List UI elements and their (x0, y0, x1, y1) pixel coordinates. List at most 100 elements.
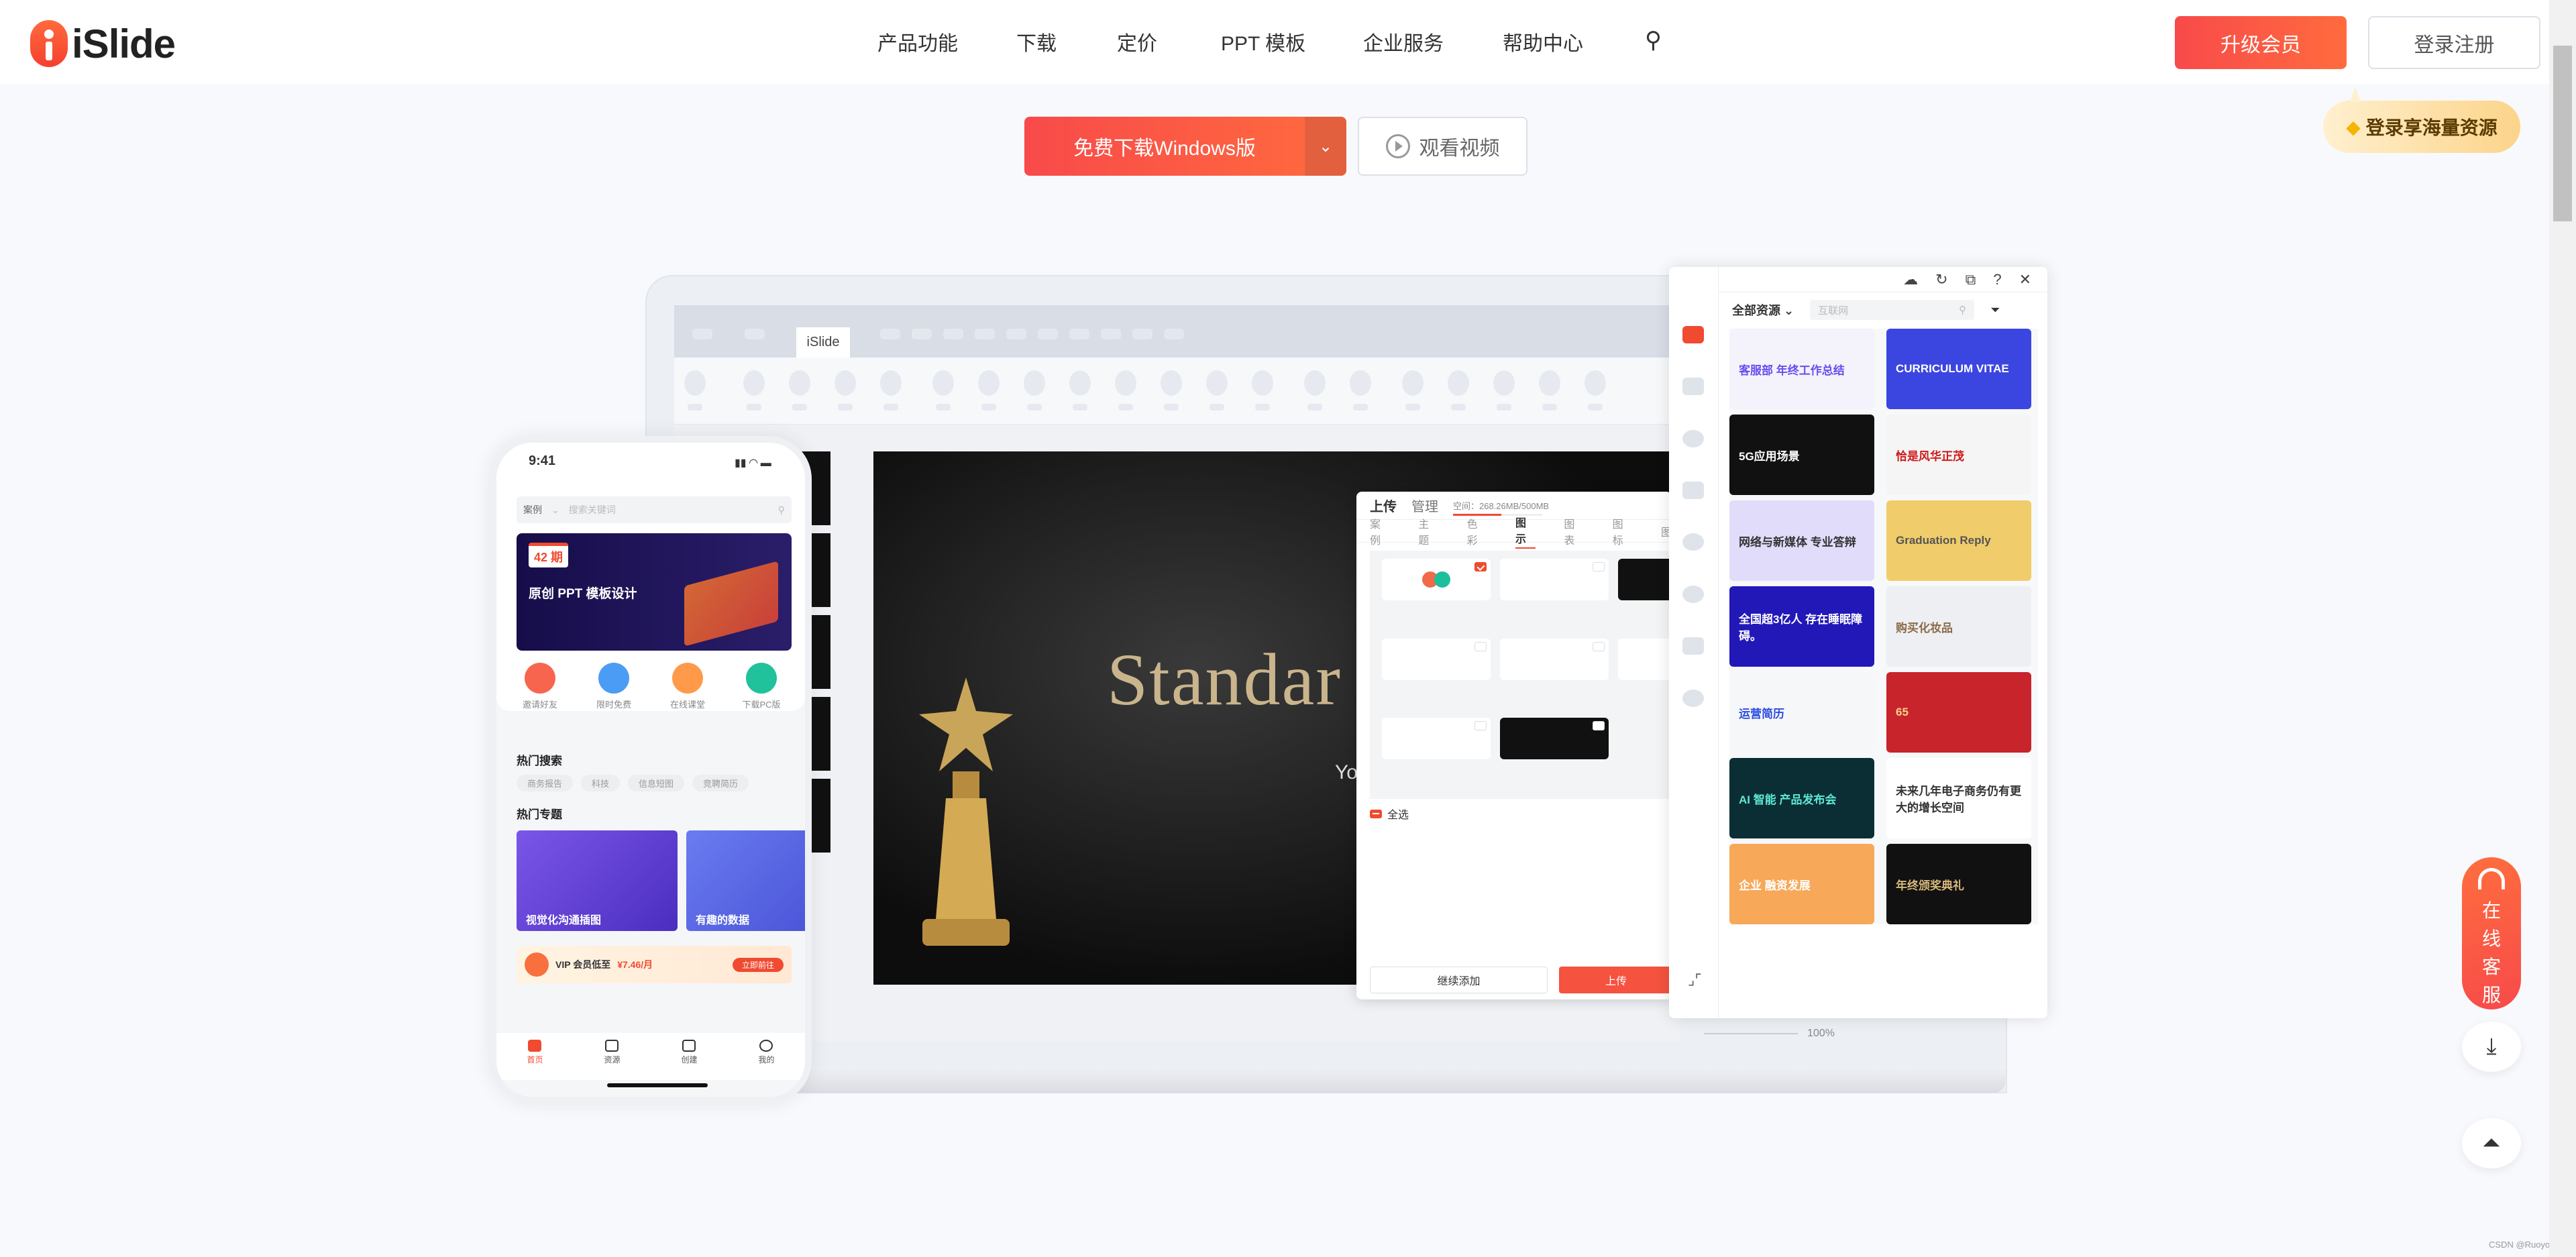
palette-icon[interactable] (1682, 430, 1704, 447)
download-float-button[interactable]: ⤓ (2462, 1022, 2521, 1072)
template-card[interactable]: AI 智能 产品发布会 (1729, 758, 1874, 838)
template-card[interactable]: 年终颁奖典礼 (1886, 844, 2031, 924)
nav-features[interactable]: 产品功能 (877, 27, 958, 56)
category-tab[interactable]: 图表 (1564, 515, 1584, 547)
upgrade-vip-button[interactable]: 升级会员 (2175, 16, 2347, 69)
category-tab[interactable]: 图示 (1515, 514, 1536, 549)
category-tab[interactable]: 图标 (1613, 515, 1633, 547)
online-service-button[interactable]: 在线客服 (2462, 857, 2521, 1009)
tag[interactable]: 信息短图 (628, 775, 685, 791)
template-card[interactable]: 未来几年电子商务仍有更大的增长空间 (1886, 758, 2031, 838)
tab-create[interactable]: 创建 (681, 1040, 698, 1080)
upload-item[interactable] (1618, 559, 1672, 600)
login-register-button[interactable]: 登录注册 (2368, 16, 2540, 69)
phone-search[interactable]: 案例 ⌄ 搜索关键词 ⚲ (517, 496, 792, 523)
collapse-icon[interactable]: ⌟⌜ (1688, 971, 1702, 989)
checkbox[interactable] (1593, 721, 1605, 731)
vip-go-button[interactable]: 立即前往 (732, 957, 784, 972)
continue-add-button[interactable]: 继续添加 (1370, 967, 1548, 993)
checkbox[interactable] (1474, 721, 1487, 731)
tab-manage[interactable]: 管理 (1411, 496, 1438, 515)
template-card[interactable]: CURRICULUM VITAE (1886, 329, 2031, 409)
back-to-top-button[interactable]: ⏶ (2462, 1118, 2521, 1168)
category-tab[interactable]: 色彩 (1467, 515, 1487, 547)
search-icon[interactable]: ⚲ (1645, 27, 1662, 54)
tab-resources[interactable]: 资源 (604, 1040, 621, 1080)
smile-icon (759, 1040, 773, 1052)
islide-logo[interactable]: iSlide (30, 20, 176, 67)
theme-icon[interactable] (1682, 378, 1704, 395)
ribbon-button (1161, 370, 1182, 396)
upload-item[interactable] (1382, 638, 1491, 680)
diagram-icon[interactable] (1682, 482, 1704, 499)
upload-item[interactable] (1382, 559, 1491, 600)
tag[interactable]: 科技 (581, 775, 621, 791)
phone-banner[interactable]: 42 期 原创 PPT 模板设计 (517, 533, 792, 651)
checkbox[interactable] (1593, 562, 1605, 571)
upload-item[interactable] (1500, 718, 1609, 760)
topic-card[interactable]: 有趣的数据 (686, 830, 805, 931)
template-card[interactable]: 购买化妆品 (1886, 586, 2031, 667)
case-icon[interactable] (1682, 326, 1704, 343)
zoom-level[interactable]: 100% (1704, 1028, 1835, 1040)
template-card[interactable]: 恰是风华正茂 (1886, 415, 2031, 495)
category-tab[interactable]: 主题 (1418, 515, 1438, 547)
vip-promo[interactable]: VIP 会员低至 ¥7.46/月 立即前往 (517, 946, 792, 983)
template-card[interactable]: 客服部 年终工作总结 (1729, 329, 1874, 409)
template-card[interactable]: 网络与新媒体 专业答辩 (1729, 500, 1874, 581)
filter-icon[interactable]: ⏷ (1990, 303, 2000, 317)
login-tooltip[interactable]: ◆ 登录享海量资源 (2323, 87, 2520, 153)
search-icon: ⚲ (777, 504, 785, 515)
template-card[interactable]: 全国超3亿人 存在睡眠障碍。 (1729, 586, 1874, 667)
switch-icon[interactable]: ⧉ (1966, 271, 1976, 288)
cloud-icon[interactable]: ☁ (1903, 271, 1918, 288)
resource-search-input[interactable]: 互联网 ⚲ (1810, 300, 1975, 320)
checkbox-partial[interactable] (1370, 809, 1382, 818)
category-tab[interactable]: 案例 (1370, 515, 1390, 547)
upload-item[interactable] (1500, 638, 1609, 680)
topic-card[interactable]: 视觉化沟通插图 (517, 830, 678, 931)
ribbon-button (684, 370, 706, 396)
nav-download[interactable]: 下载 (1016, 27, 1057, 56)
nav-pricing[interactable]: 定价 (1117, 27, 1157, 56)
upload-item[interactable] (1500, 559, 1609, 600)
shortcut-item[interactable]: 邀请好友 (506, 663, 574, 710)
upload-item[interactable] (1618, 638, 1672, 680)
chevron-down-icon[interactable]: ⌄ (1305, 117, 1346, 176)
template-card[interactable]: 企业 融资发展 (1729, 844, 1874, 924)
tab-upload[interactable]: 上传 (1370, 496, 1397, 515)
shortcut-item[interactable]: 在线课堂 (654, 663, 721, 710)
tag[interactable]: 商务报告 (517, 775, 574, 791)
checkbox-checked[interactable] (1474, 562, 1487, 571)
scrollbar-thumb[interactable] (2553, 46, 2572, 221)
tag[interactable]: 竞聘简历 (692, 775, 749, 791)
help-icon[interactable]: ? (1993, 271, 2001, 288)
brush-icon[interactable] (1682, 690, 1704, 707)
chart-icon[interactable] (1682, 533, 1704, 551)
ribbon-label (936, 404, 951, 411)
template-card[interactable]: 65 (1886, 672, 2031, 753)
shortcut-item[interactable]: 下载PC版 (728, 663, 795, 710)
resource-filter-dropdown[interactable]: 全部资源 ⌄ (1732, 301, 1794, 319)
template-card[interactable]: 运营简历 (1729, 672, 1874, 753)
icon-library-icon[interactable] (1682, 586, 1704, 603)
shortcut-item[interactable]: 限时免费 (580, 663, 647, 710)
tab-mine[interactable]: 我的 (758, 1040, 775, 1080)
upload-button[interactable]: 上传 (1559, 967, 1672, 993)
nav-ppt-templates[interactable]: PPT 模板 (1221, 27, 1305, 56)
close-icon[interactable]: ✕ (2019, 271, 2031, 288)
tab-home[interactable]: 首页 (527, 1040, 543, 1080)
nav-enterprise[interactable]: 企业服务 (1363, 27, 1444, 56)
checkbox[interactable] (1474, 641, 1487, 651)
checkbox[interactable] (1593, 641, 1605, 651)
template-card[interactable]: 5G应用场景 (1729, 415, 1874, 495)
refresh-icon[interactable]: ↻ (1935, 271, 1947, 288)
select-all[interactable]: 全选 (1370, 806, 1409, 822)
upload-item[interactable] (1382, 718, 1491, 760)
template-card[interactable]: Graduation Reply (1886, 500, 2031, 581)
search-icon: ⚲ (1959, 305, 1967, 316)
image-icon[interactable] (1682, 637, 1704, 655)
nav-help[interactable]: 帮助中心 (1503, 27, 1583, 56)
download-windows-button[interactable]: 免费下载Windows版 ⌄ (1024, 117, 1346, 176)
watch-video-button[interactable]: 观看视频 (1358, 117, 1527, 176)
